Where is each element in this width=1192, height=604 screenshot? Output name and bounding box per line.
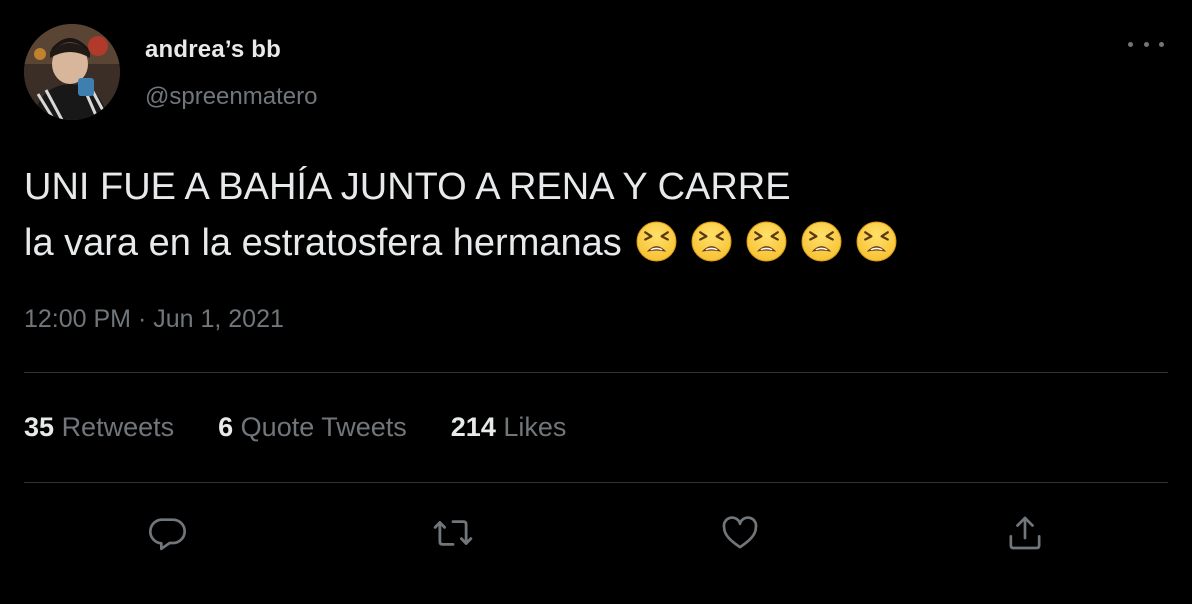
retweets-stat[interactable]: 35 Retweets (24, 412, 174, 443)
user-handle[interactable]: @spreenmatero (145, 83, 317, 111)
avatar-photo-icon (24, 24, 120, 120)
reply-button[interactable] (143, 508, 193, 558)
tired-face-emoji (691, 221, 732, 262)
tired-face-emoji (746, 221, 787, 262)
dot (1128, 41, 1133, 47)
like-icon (722, 516, 758, 549)
tweet-line-2: la vara en la estratosfera hermanas (24, 215, 897, 271)
tweet-line-2-text: la vara en la estratosfera hermanas (24, 222, 622, 264)
retweet-button[interactable] (428, 508, 478, 558)
tweet-text: UNI FUE A BAHÍA JUNTO A RENA Y CARRE la … (24, 159, 897, 271)
display-name[interactable]: andrea’s bb (145, 36, 281, 64)
reply-icon (148, 518, 186, 551)
likes-stat[interactable]: 214 Likes (451, 412, 567, 443)
tweet-timestamp[interactable]: 12:00 PM · Jun 1, 2021 (24, 305, 284, 334)
avatar[interactable] (24, 24, 120, 120)
divider (24, 482, 1168, 483)
quote-tweets-stat[interactable]: 6 Quote Tweets (218, 412, 407, 443)
tweet-line-1: UNI FUE A BAHÍA JUNTO A RENA Y CARRE (24, 166, 791, 208)
tweet-stats: 35 Retweets 6 Quote Tweets 214 Likes (24, 412, 610, 443)
share-button[interactable] (1000, 508, 1050, 558)
emoji-row (622, 221, 897, 264)
retweets-label: Retweets (61, 412, 175, 442)
dot (1159, 41, 1164, 47)
more-options-icon[interactable] (1128, 34, 1164, 54)
likes-label: Likes (503, 412, 567, 442)
dot (1143, 41, 1149, 47)
quote-tweets-count: 6 (218, 412, 234, 442)
tired-face-emoji (856, 221, 897, 262)
retweet-icon (433, 520, 473, 546)
likes-count: 214 (450, 412, 496, 442)
like-button[interactable] (715, 508, 765, 558)
share-icon (1009, 516, 1041, 550)
quote-tweets-label: Quote Tweets (240, 412, 407, 442)
divider (24, 372, 1168, 373)
retweets-count: 35 (24, 412, 55, 442)
tweet-header: andrea’s bb @spreenmatero (24, 24, 1168, 120)
tweet-actions (0, 508, 1192, 558)
tired-face-emoji (801, 221, 842, 262)
tired-face-emoji (636, 221, 677, 262)
